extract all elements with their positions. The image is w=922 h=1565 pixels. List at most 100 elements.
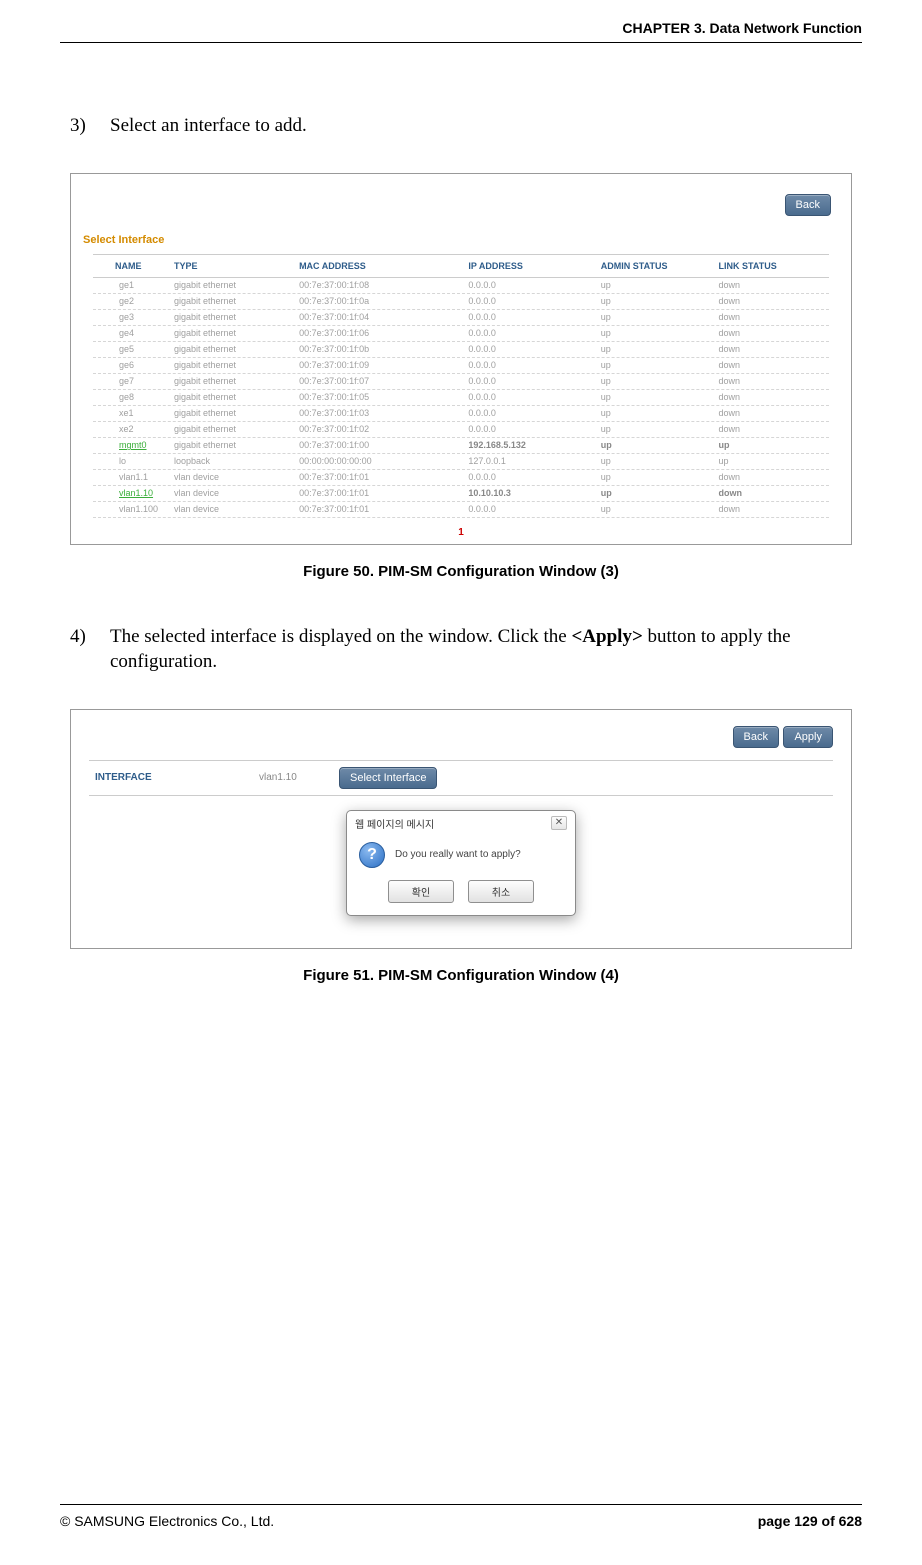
cell-mac: 00:7e:37:00:1f:01: [299, 504, 468, 514]
dialog-cancel-button[interactable]: 취소: [468, 880, 534, 903]
cell-mac: 00:7e:37:00:1f:08: [299, 280, 468, 290]
question-icon: ?: [359, 842, 385, 868]
interface-table: NAME TYPE MAC ADDRESS IP ADDRESS ADMIN S…: [93, 254, 829, 518]
table-row[interactable]: ge5gigabit ethernet00:7e:37:00:1f:0b0.0.…: [93, 342, 829, 358]
cell-link: down: [719, 280, 829, 290]
cell-mac: 00:7e:37:00:1f:06: [299, 328, 468, 338]
cell-admin: up: [601, 424, 719, 434]
cell-ip: 0.0.0.0: [468, 296, 600, 306]
table-row[interactable]: ge8gigabit ethernet00:7e:37:00:1f:050.0.…: [93, 390, 829, 406]
table-row[interactable]: xe2gigabit ethernet00:7e:37:00:1f:020.0.…: [93, 422, 829, 438]
cell-ip: 0.0.0.0: [468, 328, 600, 338]
cell-ip: 0.0.0.0: [468, 424, 600, 434]
cell-name: mgmt0: [93, 440, 174, 450]
cell-link: down: [719, 488, 829, 498]
table-row[interactable]: xe1gigabit ethernet00:7e:37:00:1f:030.0.…: [93, 406, 829, 422]
cell-link: down: [719, 296, 829, 306]
cell-ip: 0.0.0.0: [468, 376, 600, 386]
cell-link: down: [719, 424, 829, 434]
table-row[interactable]: ge4gigabit ethernet00:7e:37:00:1f:060.0.…: [93, 326, 829, 342]
cell-name: ge5: [93, 344, 174, 354]
cell-name: lo: [93, 456, 174, 466]
dialog-title: 웹 페이지의 메시지: [355, 816, 434, 831]
cell-mac: 00:7e:37:00:1f:04: [299, 312, 468, 322]
cell-name: ge4: [93, 328, 174, 338]
apply-button[interactable]: Apply: [783, 726, 833, 748]
cell-type: gigabit ethernet: [174, 328, 299, 338]
cell-type: loopback: [174, 456, 299, 466]
cell-type: gigabit ethernet: [174, 280, 299, 290]
cell-mac: 00:7e:37:00:1f:01: [299, 472, 468, 482]
table-row[interactable]: loloopback00:00:00:00:00:00127.0.0.1upup: [93, 454, 829, 470]
cell-ip: 0.0.0.0: [468, 280, 600, 290]
back-button[interactable]: Back: [733, 726, 779, 748]
cell-type: vlan device: [174, 488, 299, 498]
copyright: © SAMSUNG Electronics Co., Ltd.: [60, 1513, 274, 1529]
cell-link: down: [719, 328, 829, 338]
close-icon[interactable]: ✕: [551, 816, 567, 830]
cell-type: gigabit ethernet: [174, 296, 299, 306]
interface-value: vlan1.10: [259, 772, 339, 783]
cell-admin: up: [601, 488, 719, 498]
dialog-ok-button[interactable]: 확인: [388, 880, 454, 903]
cell-mac: 00:7e:37:00:1f:01: [299, 488, 468, 498]
cell-ip: 0.0.0.0: [468, 360, 600, 370]
cell-ip: 0.0.0.0: [468, 344, 600, 354]
cell-link: down: [719, 504, 829, 514]
figure-50-caption: Figure 50. PIM-SM Configuration Window (…: [70, 563, 852, 580]
cell-admin: up: [601, 472, 719, 482]
cell-name: xe2: [93, 424, 174, 434]
table-row[interactable]: ge3gigabit ethernet00:7e:37:00:1f:040.0.…: [93, 310, 829, 326]
cell-name: vlan1.100: [93, 504, 174, 514]
table-row[interactable]: ge7gigabit ethernet00:7e:37:00:1f:070.0.…: [93, 374, 829, 390]
cell-type: gigabit ethernet: [174, 392, 299, 402]
running-header: CHAPTER 3. Data Network Function: [60, 20, 862, 43]
cell-mac: 00:00:00:00:00:00: [299, 456, 468, 466]
step-3-number: 3): [70, 113, 110, 139]
apply-keyword: <Apply>: [571, 626, 642, 647]
col-admin: ADMIN STATUS: [601, 261, 719, 271]
cell-admin: up: [601, 360, 719, 370]
cell-name: vlan1.10: [93, 488, 174, 498]
cell-link: down: [719, 376, 829, 386]
col-link: LINK STATUS: [719, 261, 829, 271]
table-row[interactable]: vlan1.10vlan device00:7e:37:00:1f:0110.1…: [93, 486, 829, 502]
cell-name: ge2: [93, 296, 174, 306]
select-interface-heading: Select Interface: [83, 234, 164, 246]
table-row[interactable]: vlan1.100vlan device00:7e:37:00:1f:010.0…: [93, 502, 829, 518]
cell-admin: up: [601, 312, 719, 322]
cell-type: gigabit ethernet: [174, 312, 299, 322]
cell-name: vlan1.1: [93, 472, 174, 482]
figure-50: Back Select Interface NAME TYPE MAC ADDR…: [70, 173, 852, 545]
cell-ip: 192.168.5.132: [468, 440, 600, 450]
cell-type: gigabit ethernet: [174, 424, 299, 434]
select-interface-button[interactable]: Select Interface: [339, 767, 437, 789]
table-row[interactable]: mgmt0gigabit ethernet00:7e:37:00:1f:0019…: [93, 438, 829, 454]
cell-mac: 00:7e:37:00:1f:02: [299, 424, 468, 434]
table-row[interactable]: vlan1.1vlan device00:7e:37:00:1f:010.0.0…: [93, 470, 829, 486]
cell-link: up: [719, 456, 829, 466]
cell-ip: 127.0.0.1: [468, 456, 600, 466]
back-button[interactable]: Back: [785, 194, 831, 216]
cell-type: vlan device: [174, 504, 299, 514]
cell-ip: 0.0.0.0: [468, 312, 600, 322]
confirm-dialog: 웹 페이지의 메시지 ✕ ? Do you really want to app…: [346, 810, 576, 916]
cell-admin: up: [601, 328, 719, 338]
table-row[interactable]: ge2gigabit ethernet00:7e:37:00:1f:0a0.0.…: [93, 294, 829, 310]
cell-type: gigabit ethernet: [174, 440, 299, 450]
step-4-text: The selected interface is displayed on t…: [110, 624, 852, 675]
cell-type: gigabit ethernet: [174, 408, 299, 418]
cell-ip: 0.0.0.0: [468, 472, 600, 482]
cell-ip: 0.0.0.0: [468, 504, 600, 514]
table-row[interactable]: ge1gigabit ethernet00:7e:37:00:1f:080.0.…: [93, 278, 829, 294]
cell-type: gigabit ethernet: [174, 344, 299, 354]
table-row[interactable]: ge6gigabit ethernet00:7e:37:00:1f:090.0.…: [93, 358, 829, 374]
col-name: NAME: [93, 261, 174, 271]
cell-link: down: [719, 312, 829, 322]
cell-type: gigabit ethernet: [174, 360, 299, 370]
table-page-indicator: 1: [71, 527, 851, 538]
cell-admin: up: [601, 280, 719, 290]
figure-51: Back Apply INTERFACE vlan1.10 Select Int…: [70, 709, 852, 949]
cell-link: down: [719, 344, 829, 354]
col-type: TYPE: [174, 261, 299, 271]
